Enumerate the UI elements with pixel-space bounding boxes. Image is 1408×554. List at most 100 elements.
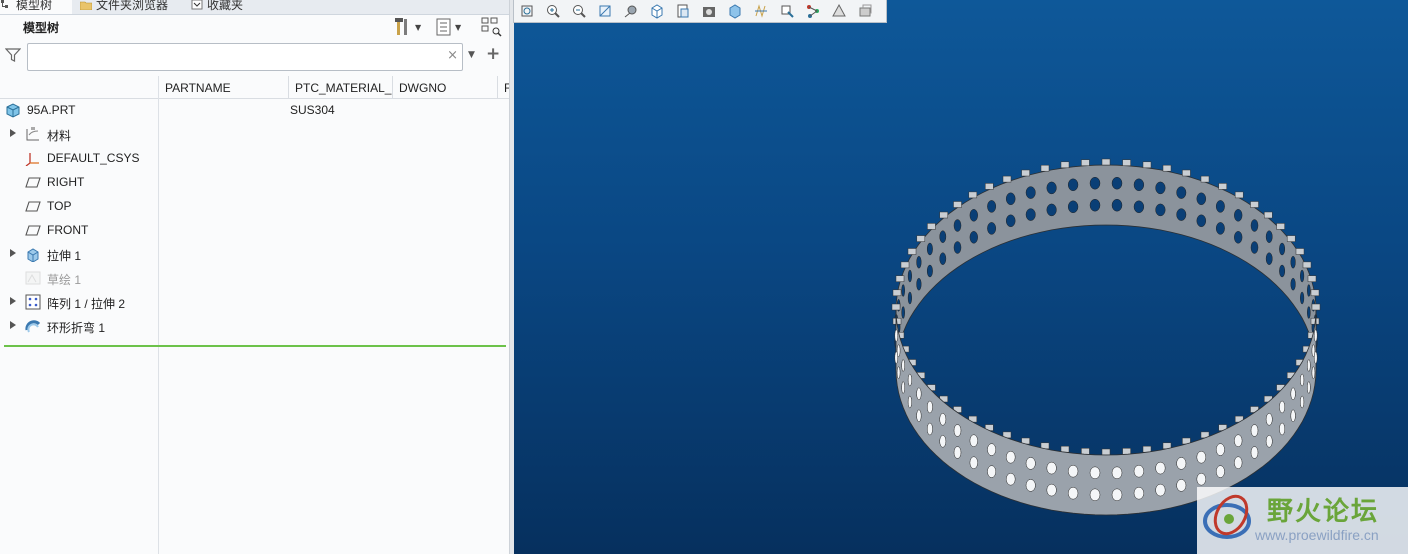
tree-row[interactable]: 拉伸 1 [0, 242, 513, 266]
expand-arrow-icon[interactable] [10, 249, 16, 257]
ring-tab [907, 248, 917, 255]
ring-tab [1264, 211, 1273, 219]
ring-hole [1005, 472, 1016, 486]
display-style-button[interactable] [618, 1, 644, 21]
ring-hole [1279, 264, 1286, 278]
datum-plane-icon [25, 225, 41, 236]
pattern-icon [25, 294, 41, 310]
ring-tab [1081, 159, 1090, 166]
ring-hole [969, 434, 978, 447]
tree-row[interactable]: 材料 [0, 122, 513, 146]
ring-hole [1265, 252, 1273, 265]
tree-row[interactable]: FRONT [0, 218, 513, 242]
navigator-tab-bar: 模型树 文件夹浏览器 收藏夹 [0, 0, 513, 15]
tree-row[interactable]: 95A.PRT SUS304 [0, 98, 513, 122]
ring-tab [968, 191, 978, 199]
ring-hole [1279, 400, 1286, 414]
tree-row[interactable]: 环形折弯 1 [0, 314, 513, 338]
tree-item-label: FRONT [47, 223, 89, 237]
ring-hole [907, 269, 912, 283]
chevron-down-icon: ▼ [455, 22, 462, 32]
saved-views-button[interactable] [644, 1, 670, 21]
ring-hole [916, 277, 922, 291]
ring-hole [1176, 479, 1187, 492]
ring-hole [1025, 186, 1036, 199]
hide-button[interactable] [852, 1, 878, 21]
ring-hole [1005, 450, 1016, 464]
ring-hole [1133, 464, 1145, 478]
ring-hole [1067, 178, 1079, 192]
show-button[interactable]: ▼ [436, 16, 461, 38]
tree-row[interactable]: 阵列 1 / 拉伸 2 [0, 290, 513, 314]
ring-hole [1307, 306, 1311, 319]
ring-hole [1155, 181, 1166, 195]
repaint-button[interactable] [592, 1, 618, 21]
ring-hole [1215, 443, 1225, 456]
column-header-dwgno[interactable]: DWGNO [392, 76, 497, 98]
spin-center-button[interactable] [722, 1, 748, 21]
ring-tab [1101, 158, 1111, 166]
tab-model-tree[interactable]: 模型树 [0, 0, 72, 14]
add-filter-icon[interactable]: + [486, 44, 500, 64]
ring-hole [1265, 413, 1273, 426]
section-icon [807, 5, 819, 18]
column-header-partname[interactable]: PARTNAME [158, 76, 288, 98]
clear-icon[interactable]: × [447, 48, 458, 63]
ring-hole [1155, 203, 1166, 217]
ring-hole [1005, 214, 1016, 228]
filter-icon[interactable] [5, 47, 21, 63]
ring-tab [891, 303, 901, 311]
perforated-ring-model [891, 158, 1321, 516]
tree-row[interactable]: 草绘 1 [0, 266, 513, 290]
settings-button[interactable]: ▼ [394, 16, 421, 38]
sketch-icon [25, 271, 41, 285]
ring-hole [953, 424, 962, 437]
tab-folder-browser[interactable]: 文件夹浏览器 [80, 0, 168, 14]
column-display-button[interactable] [481, 16, 503, 38]
tree-row[interactable]: RIGHT [0, 170, 513, 194]
view-manager-button[interactable] [670, 1, 696, 21]
ring-tab [1286, 235, 1296, 242]
ring-tab [939, 211, 948, 219]
zoom-out-icon [573, 5, 586, 18]
forum-logo-icon [1203, 494, 1251, 539]
ring-hole [953, 219, 962, 232]
ring-hole [1176, 186, 1187, 199]
column-header-material[interactable]: PTC_MATERIAL_ [288, 76, 392, 98]
search-input[interactable] [32, 45, 436, 69]
expand-arrow-icon[interactable] [10, 129, 16, 137]
saved-views-icon [651, 4, 663, 19]
datum-display-button[interactable] [748, 1, 774, 21]
tree-item-label: RIGHT [47, 175, 85, 189]
search-options-dropdown-icon[interactable]: ▼ [468, 50, 475, 60]
tree-item-label: 环形折弯 1 [47, 321, 106, 335]
model-tree-panel: 模型树 文件夹浏览器 收藏夹 模型树 ▼ ▼ × ▼ + PARTNAME PT… [0, 0, 513, 554]
chevron-down-icon: ▼ [415, 22, 422, 32]
tab-favorites[interactable]: 收藏夹 [191, 0, 243, 14]
ring-hole [1111, 488, 1123, 502]
ring-hole [1290, 277, 1296, 291]
zoom-out-button[interactable] [566, 1, 592, 21]
material-cell: SUS304 [290, 103, 335, 117]
expand-arrow-icon[interactable] [10, 297, 16, 305]
tree-row[interactable]: TOP [0, 194, 513, 218]
tree-item-label: 草绘 1 [47, 273, 82, 287]
expand-arrow-icon[interactable] [10, 321, 16, 329]
ring-hole [901, 381, 905, 394]
ring-hole [1300, 373, 1305, 387]
perspective-button[interactable] [696, 1, 722, 21]
insert-here-marker[interactable] [4, 345, 506, 347]
graphics-window[interactable]: 野火论坛 www.proewildfire.cn [514, 0, 1408, 554]
named-view-button[interactable] [826, 1, 852, 21]
ring-hole [1067, 200, 1079, 214]
ring-tab [892, 289, 902, 297]
ring-hole [1313, 329, 1318, 342]
annotation-button[interactable] [774, 1, 800, 21]
tree-row[interactable]: DEFAULT_CSYS [0, 146, 513, 170]
tree-item-label: TOP [47, 199, 72, 213]
zoom-in-button[interactable] [540, 1, 566, 21]
section-button[interactable] [800, 1, 826, 21]
tree-item-label: 拉伸 1 [47, 249, 82, 263]
refit-button[interactable] [514, 1, 540, 21]
ring-hole [1290, 409, 1296, 423]
